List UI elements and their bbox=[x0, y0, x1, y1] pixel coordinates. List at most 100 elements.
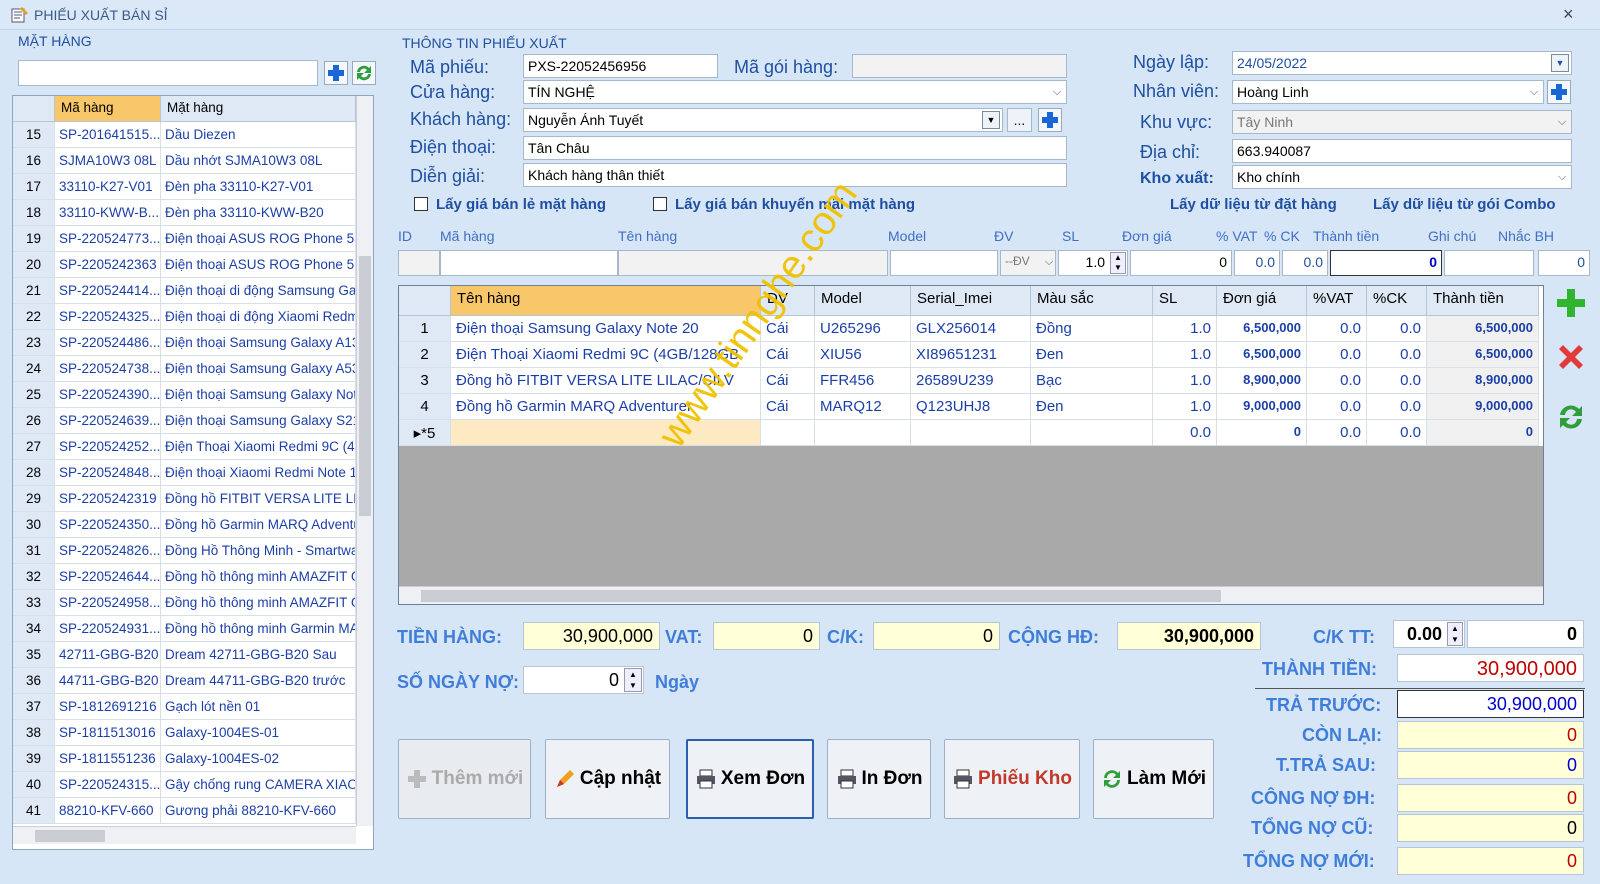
hscroll-thumb[interactable] bbox=[421, 590, 1221, 602]
chevron-down-icon[interactable]: ⌵ bbox=[1525, 81, 1543, 103]
entry-dv-select[interactable]: --ĐV ⌵ bbox=[1000, 250, 1056, 276]
cell-total[interactable]: 6,500,000 bbox=[1427, 342, 1539, 368]
cell-model[interactable]: U265296 bbox=[815, 316, 911, 342]
column-header-name[interactable]: Mặt hàng bbox=[161, 96, 356, 122]
product-row[interactable]: 18 33110-KWW-B... Đèn pha 33110-KWW-B20 bbox=[13, 200, 373, 226]
cell-total[interactable]: 0 bbox=[1427, 420, 1539, 446]
product-row[interactable]: 34 SP-220524931... Đồng hồ thông minh Garm… bbox=[13, 616, 373, 642]
spin-icon[interactable]: ▲ ▼ bbox=[1110, 252, 1126, 274]
xem-don-button[interactable]: Xem Đơn bbox=[686, 739, 814, 819]
cap-nhat-button[interactable]: Cập nhật bbox=[545, 739, 670, 819]
entry-ma-hang-input[interactable] bbox=[440, 250, 618, 276]
ma-goi-input[interactable] bbox=[852, 54, 1067, 78]
product-row[interactable]: 33 SP-220524958... Đồng hồ thông minh AMAZ… bbox=[13, 590, 373, 616]
cell-color[interactable] bbox=[1031, 420, 1153, 446]
link-du-lieu-dat-hang[interactable]: Lấy dữ liệu từ đặt hàng bbox=[1170, 196, 1337, 213]
product-row[interactable]: 19 SP-220524773... Điện thoại ASUS ROG Pho… bbox=[13, 226, 373, 252]
cell-color[interactable]: Đen bbox=[1031, 342, 1153, 368]
items-new-row[interactable]: ▸*5 0.0 0 0.0 0.0 0 bbox=[399, 420, 1543, 446]
cell-ck[interactable]: 0.0 bbox=[1367, 394, 1427, 420]
entry-thanh-tien-input[interactable]: 0 bbox=[1330, 250, 1442, 276]
vertical-scrollbar[interactable] bbox=[356, 96, 373, 826]
khu-vuc-select[interactable]: Tây Ninh ⌵ bbox=[1232, 110, 1572, 134]
cell-total[interactable]: 8,900,000 bbox=[1427, 368, 1539, 394]
cell-ck[interactable]: 0.0 bbox=[1367, 368, 1427, 394]
cell-ck[interactable]: 0.0 bbox=[1367, 420, 1427, 446]
items-column-ck[interactable]: %CK bbox=[1367, 286, 1427, 316]
nhan-vien-select[interactable]: Hoàng Linh ⌵ bbox=[1232, 80, 1544, 104]
browse-customer-button[interactable]: ... bbox=[1007, 108, 1032, 132]
ck-tt-value-input[interactable]: 0 bbox=[1467, 620, 1584, 648]
product-row[interactable]: 20 SP-2205242363 Điện thoại ASUS ROG Phone… bbox=[13, 252, 373, 278]
chevron-down-icon[interactable]: ⌵ bbox=[1553, 166, 1571, 188]
ck-tt-percent-stepper[interactable]: 0.00 ▲ ▼ bbox=[1393, 620, 1465, 648]
product-search-input[interactable] bbox=[18, 60, 318, 86]
spin-icon[interactable]: ▲ ▼ bbox=[624, 668, 642, 692]
cell-price[interactable]: 6,500,000 bbox=[1217, 316, 1307, 342]
product-row[interactable]: 16 SJMA10W3 08L Dầu nhớt SJMA10W3 08L bbox=[13, 148, 373, 174]
cell-price[interactable]: 9,000,000 bbox=[1217, 394, 1307, 420]
product-row[interactable]: 26 SP-220524639... Điện thoại Samsung Gala… bbox=[13, 408, 373, 434]
add-customer-button[interactable] bbox=[1038, 108, 1062, 132]
add-row-button[interactable] bbox=[1554, 286, 1588, 320]
product-row[interactable]: 37 SP-1812691216 Gạch lót nền 01 bbox=[13, 694, 373, 720]
entry-ghi-chu-input[interactable] bbox=[1444, 250, 1534, 276]
product-row[interactable]: 22 SP-220524325... Điện thoại di động Xiao… bbox=[13, 304, 373, 330]
cell-model[interactable]: FFR456 bbox=[815, 368, 911, 394]
scroll-thumb[interactable] bbox=[359, 256, 371, 516]
cell-serial[interactable]: 26589U239 bbox=[911, 368, 1031, 394]
product-row[interactable]: 29 SP-2205242319 Đồng hồ FITBIT VERSA LITE… bbox=[13, 486, 373, 512]
refresh-grid-button[interactable] bbox=[1554, 400, 1588, 434]
cell-total[interactable]: 6,500,000 bbox=[1427, 316, 1539, 342]
cell-dv[interactable]: Cái bbox=[761, 368, 815, 394]
cell-ck[interactable]: 0.0 bbox=[1367, 342, 1427, 368]
items-horizontal-scrollbar[interactable] bbox=[399, 586, 1543, 604]
product-row[interactable]: 23 SP-220524486... Điện thoại Samsung Gala… bbox=[13, 330, 373, 356]
checkbox-gia-le[interactable] bbox=[414, 197, 428, 211]
cell-price[interactable]: 8,900,000 bbox=[1217, 368, 1307, 394]
cell-vat[interactable]: 0.0 bbox=[1307, 368, 1367, 394]
add-product-button[interactable] bbox=[324, 61, 348, 85]
dien-giai-input[interactable]: Khách hàng thân thiết bbox=[523, 163, 1067, 187]
hscroll-thumb[interactable] bbox=[35, 830, 105, 842]
entry-nhac-bh-input[interactable]: 0 bbox=[1538, 250, 1590, 276]
dia-chi-input[interactable]: 663.940087 bbox=[1232, 139, 1572, 163]
horizontal-scrollbar[interactable] bbox=[13, 826, 356, 844]
entry-model-input[interactable] bbox=[890, 250, 998, 276]
cell-serial[interactable] bbox=[911, 420, 1031, 446]
checkbox-gia-le-label[interactable]: Lấy giá bán lẻ mặt hàng bbox=[436, 196, 606, 213]
cell-sl[interactable]: 1.0 bbox=[1153, 342, 1217, 368]
chevron-down-icon[interactable]: ⌵ bbox=[1048, 81, 1066, 103]
cell-vat[interactable]: 0.0 bbox=[1307, 394, 1367, 420]
cell-color[interactable]: Đồng bbox=[1031, 316, 1153, 342]
cell-color[interactable]: Đen bbox=[1031, 394, 1153, 420]
entry-don-gia-input[interactable]: 0 bbox=[1130, 250, 1232, 276]
phieu-kho-button[interactable]: Phiếu Kho bbox=[944, 739, 1080, 819]
close-button[interactable]: × bbox=[1563, 4, 1574, 25]
cell-total[interactable]: 9,000,000 bbox=[1427, 394, 1539, 420]
cell-ck[interactable]: 0.0 bbox=[1367, 316, 1427, 342]
cell-model[interactable] bbox=[815, 420, 911, 446]
cell-serial[interactable]: Q123UHJ8 bbox=[911, 394, 1031, 420]
product-row[interactable]: 25 SP-220524390... Điện thoại Samsung Gala… bbox=[13, 382, 373, 408]
product-row[interactable]: 35 42711-GBG-B20 Dream 42711-GBG-B20 Sau bbox=[13, 642, 373, 668]
in-don-button[interactable]: In Đơn bbox=[827, 739, 931, 819]
ngay-lap-datepicker[interactable]: 24/05/2022 ▼ bbox=[1232, 51, 1572, 75]
items-column-sl[interactable]: SL bbox=[1153, 286, 1217, 316]
refresh-products-button[interactable] bbox=[352, 61, 376, 85]
cell-vat[interactable]: 0.0 bbox=[1307, 342, 1367, 368]
entry-sl-stepper[interactable]: 1.0 ▲ ▼ bbox=[1058, 250, 1128, 276]
tra-truoc-input[interactable]: 30,900,000 bbox=[1397, 690, 1584, 718]
cell-vat[interactable]: 0.0 bbox=[1307, 420, 1367, 446]
khach-hang-select[interactable]: Nguyễn Ánh Tuyết ▼ bbox=[523, 108, 1003, 132]
cell-model[interactable]: MARQ12 bbox=[815, 394, 911, 420]
cell-serial[interactable]: GLX256014 bbox=[911, 316, 1031, 342]
product-row[interactable]: 36 44711-GBG-B20 Dream 44711-GBG-B20 trước bbox=[13, 668, 373, 694]
cell-dv[interactable]: Cái bbox=[761, 342, 815, 368]
items-column-price[interactable]: Đơn giá bbox=[1217, 286, 1307, 316]
product-row[interactable]: 28 SP-220524848... Điện thoại Xiaomi Redmi… bbox=[13, 460, 373, 486]
product-row[interactable]: 31 SP-220524826... Đồng Hồ Thông Minh - Sm… bbox=[13, 538, 373, 564]
product-row[interactable]: 15 SP-201641515... Dầu Diezen bbox=[13, 122, 373, 148]
items-column-name[interactable]: Tên hàng bbox=[451, 286, 761, 316]
them-moi-button[interactable]: Thêm mới bbox=[398, 739, 531, 819]
